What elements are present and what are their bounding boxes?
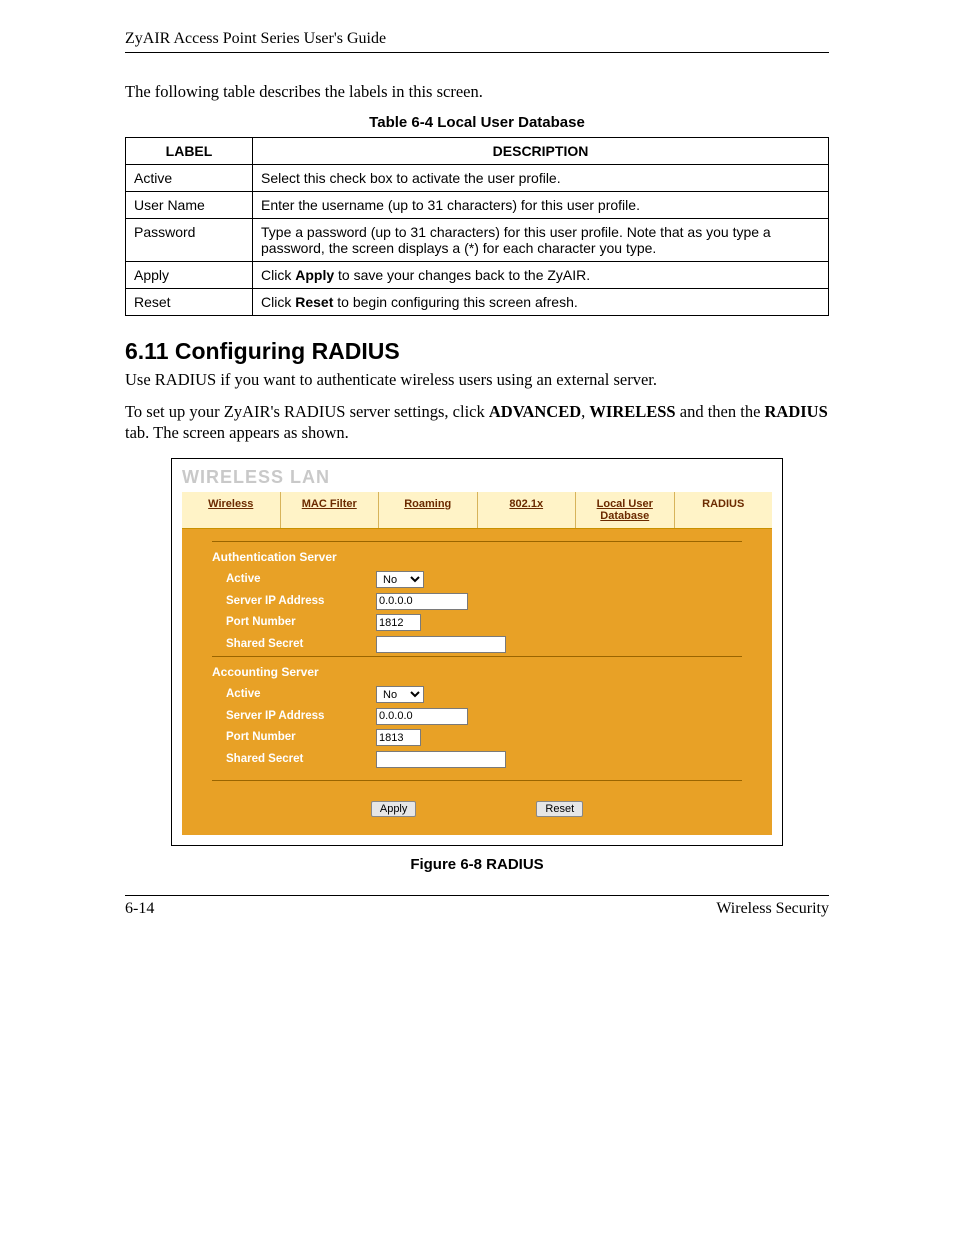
- auth-secret-label: Shared Secret: [212, 638, 376, 650]
- tab-local-user-db[interactable]: Local User Database: [576, 492, 675, 528]
- table-cell-desc: Click Apply to save your changes back to…: [253, 262, 829, 289]
- acct-port-label: Port Number: [212, 731, 376, 743]
- acct-secret-input[interactable]: [376, 751, 506, 768]
- table-col-description: DESCRIPTION: [253, 138, 829, 165]
- page-header: ZyAIR Access Point Series User's Guide: [125, 30, 829, 53]
- figure-caption: Figure 6-8 RADIUS: [125, 856, 829, 873]
- tab-radius[interactable]: RADIUS: [675, 492, 773, 528]
- table-cell-desc: Type a password (up to 31 characters) fo…: [253, 219, 829, 262]
- table-row: Active Select this check box to activate…: [126, 165, 829, 192]
- table-col-label: LABEL: [126, 138, 253, 165]
- divider: [212, 541, 742, 542]
- divider: [212, 656, 742, 657]
- section-para-2: To set up your ZyAIR's RADIUS server set…: [125, 401, 829, 444]
- table-row: Apply Click Apply to save your changes b…: [126, 262, 829, 289]
- apply-button[interactable]: Apply: [371, 801, 417, 817]
- table-cell-label: Reset: [126, 289, 253, 316]
- auth-port-label: Port Number: [212, 616, 376, 628]
- table-row: User Name Enter the username (up to 31 c…: [126, 192, 829, 219]
- table-cell-desc: Enter the username (up to 31 characters)…: [253, 192, 829, 219]
- section-heading: 6.11 Configuring RADIUS: [125, 338, 829, 365]
- radius-config-screenshot: WIRELESS LAN Wireless MAC Filter Roaming…: [171, 458, 783, 846]
- acct-ip-label: Server IP Address: [212, 710, 376, 722]
- tab-mac-filter[interactable]: MAC Filter: [281, 492, 380, 528]
- acct-server-heading: Accounting Server: [212, 665, 742, 679]
- acct-active-select[interactable]: No: [376, 686, 424, 703]
- local-user-db-table: LABEL DESCRIPTION Active Select this che…: [125, 137, 829, 316]
- tab-roaming[interactable]: Roaming: [379, 492, 478, 528]
- reset-button[interactable]: Reset: [536, 801, 583, 817]
- wlan-title: WIRELESS LAN: [172, 459, 782, 492]
- auth-active-label: Active: [212, 573, 376, 585]
- table-cell-desc: Click Reset to begin configuring this sc…: [253, 289, 829, 316]
- auth-port-input[interactable]: [376, 614, 421, 631]
- auth-ip-input[interactable]: [376, 593, 468, 610]
- auth-secret-input[interactable]: [376, 636, 506, 653]
- acct-active-label: Active: [212, 688, 376, 700]
- acct-port-input[interactable]: [376, 729, 421, 746]
- page-number: 6-14: [125, 900, 154, 918]
- auth-ip-label: Server IP Address: [212, 595, 376, 607]
- auth-active-select[interactable]: No: [376, 571, 424, 588]
- table-cell-label: Password: [126, 219, 253, 262]
- section-para-1: Use RADIUS if you want to authenticate w…: [125, 369, 829, 390]
- auth-server-heading: Authentication Server: [212, 550, 742, 564]
- table-row: Reset Click Reset to begin configuring t…: [126, 289, 829, 316]
- acct-secret-label: Shared Secret: [212, 753, 376, 765]
- divider: [212, 780, 742, 781]
- table-cell-desc: Select this check box to activate the us…: [253, 165, 829, 192]
- tab-8021x[interactable]: 802.1x: [478, 492, 577, 528]
- table-cell-label: Active: [126, 165, 253, 192]
- tab-wireless[interactable]: Wireless: [182, 492, 281, 528]
- tab-strip: Wireless MAC Filter Roaming 802.1x Local…: [182, 492, 772, 529]
- acct-ip-input[interactable]: [376, 708, 468, 725]
- intro-paragraph: The following table describes the labels…: [125, 81, 829, 102]
- chapter-name: Wireless Security: [716, 900, 829, 918]
- table-cell-label: Apply: [126, 262, 253, 289]
- table-cell-label: User Name: [126, 192, 253, 219]
- table-caption: Table 6-4 Local User Database: [125, 114, 829, 131]
- footer-divider: [125, 895, 829, 896]
- table-row: Password Type a password (up to 31 chara…: [126, 219, 829, 262]
